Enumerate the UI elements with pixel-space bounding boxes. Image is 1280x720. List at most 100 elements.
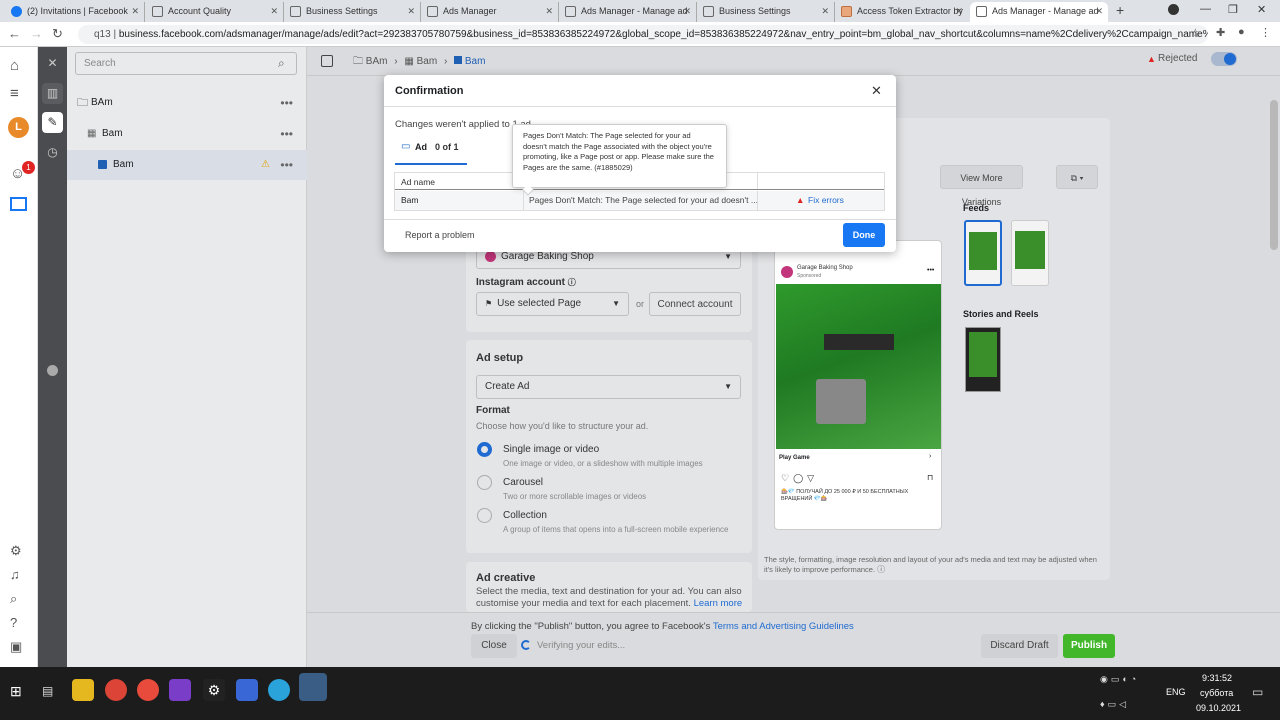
search-icon[interactable]: ⌕ <box>10 591 17 607</box>
ads-manager-grid-icon[interactable] <box>10 197 27 211</box>
more-options-icon[interactable]: ••• <box>280 150 293 180</box>
bookmark-star-icon[interactable]: ☆ <box>1190 26 1201 40</box>
close-icon[interactable]: ✕ <box>821 2 829 20</box>
share-preview-button[interactable]: ⧉ ▾ <box>1056 165 1098 189</box>
window-close-button[interactable]: ✕ <box>1257 3 1266 16</box>
back-icon[interactable]: ← <box>8 26 21 41</box>
task-view-icon[interactable]: ▤ <box>42 684 53 698</box>
browser-tab[interactable]: Account Quality ✕ <box>146 2 284 22</box>
tree-item-campaign[interactable]: 🗀 BAm ••• <box>67 88 307 118</box>
new-tab-button[interactable]: + <box>1116 2 1124 18</box>
menu-icon[interactable]: ≡ <box>10 85 19 102</box>
tree-item-ad-selected[interactable]: Bam ⚠ ••• <box>67 150 307 180</box>
app-icon[interactable] <box>137 679 159 701</box>
browser-menu-icon[interactable]: ⋮ <box>1260 26 1271 39</box>
close-icon[interactable]: ✕ <box>1095 2 1103 20</box>
edit-pencil-icon[interactable]: ✎ <box>42 112 63 133</box>
address-bar: ← → ↻ q13 | business.facebook.com/adsman… <box>0 22 1280 47</box>
close-icon[interactable]: ✕ <box>131 2 139 20</box>
report-icon[interactable]: ▣ <box>10 639 22 655</box>
browser-tab-active[interactable]: Ads Manager - Manage ad ✕ <box>970 2 1108 22</box>
dialog-close-icon[interactable]: ✕ <box>871 83 882 99</box>
url-field[interactable]: q13 | business.facebook.com/adsmanager/m… <box>78 25 1208 44</box>
browser-tab[interactable]: Ads Manager - Manage ad ✕ <box>559 2 697 22</box>
settings-icon[interactable]: ⚙ <box>10 543 22 559</box>
restore-button[interactable]: ❐ <box>1228 3 1238 16</box>
create-ad-select[interactable]: Create Ad ▼ <box>476 375 741 399</box>
history-clock-icon[interactable]: ◷ <box>42 142 63 163</box>
browser-tab[interactable]: (2) Invitations | Facebook ✕ <box>5 2 145 22</box>
vpn-app-icon[interactable] <box>299 673 327 701</box>
browser-tab[interactable]: Access Token Extractor by ✕ <box>835 2 968 22</box>
extensions-icon[interactable]: ✚ <box>1216 26 1225 39</box>
help-icon[interactable]: ? <box>10 615 17 630</box>
publish-button[interactable]: Publish <box>1063 634 1115 658</box>
notification-badge: 1 <box>22 161 35 174</box>
ad-setup-title: Ad setup <box>476 352 524 364</box>
placement-thumb-feed-alt[interactable] <box>1011 220 1049 286</box>
app-icon[interactable] <box>169 679 191 701</box>
browser-tab[interactable]: Ads Manager ✕ <box>421 2 559 22</box>
preview-sponsored: Sponsored <box>797 273 822 279</box>
learn-more-link[interactable]: Learn more <box>694 598 743 609</box>
chrome-icon[interactable] <box>105 679 127 701</box>
telegram-icon[interactable] <box>268 679 290 701</box>
language-indicator[interactable]: ENG <box>1166 687 1186 697</box>
report-problem-link[interactable]: Report a problem <box>405 230 475 240</box>
breadcrumb-adset[interactable]: Bam <box>417 56 438 67</box>
profile-menu-icon[interactable] <box>1168 4 1179 15</box>
info-icon[interactable]: ⓘ <box>568 278 576 287</box>
settings-icon[interactable]: ⚙ <box>203 679 225 701</box>
app-icon[interactable] <box>236 679 258 701</box>
format-radio-carousel[interactable] <box>477 475 492 490</box>
search-input[interactable]: Search <box>75 52 297 75</box>
breadcrumb-ad[interactable]: Bam <box>465 56 486 67</box>
file-explorer-icon[interactable] <box>72 679 94 701</box>
row-error-text[interactable]: Pages Don't Match: The Page selected for… <box>529 195 758 205</box>
format-radio-collection[interactable] <box>477 508 492 523</box>
view-more-variations-button[interactable]: View More Variations <box>940 165 1023 207</box>
close-icon[interactable]: ✕ <box>545 2 553 20</box>
tree-item-adset[interactable]: ▦ Bam ••• <box>67 119 307 149</box>
close-icon[interactable]: ✕ <box>270 2 278 20</box>
windows-start-icon[interactable]: ⊞ <box>10 683 22 700</box>
breadcrumb-campaign[interactable]: BAm <box>366 56 388 67</box>
minimize-button[interactable]: — <box>1200 3 1211 15</box>
search-icon[interactable]: ⌕ <box>278 56 285 71</box>
system-tray-icons[interactable]: ◉▭◐◔ <box>1100 674 1139 685</box>
close-icon[interactable]: ✕ <box>42 53 63 74</box>
close-icon[interactable]: ✕ <box>683 2 691 20</box>
browser-tab[interactable]: Business Settings ✕ <box>284 2 421 22</box>
toggle-panel-icon[interactable] <box>321 55 333 67</box>
more-options-icon[interactable]: ••• <box>280 119 293 149</box>
notifications-bell-icon[interactable]: ♫ <box>10 567 20 582</box>
discard-draft-button[interactable]: Discard Draft <box>981 634 1058 658</box>
instagram-account-select[interactable]: ⚑ Use selected Page ▼ <box>476 292 629 316</box>
done-button[interactable]: Done <box>843 223 885 247</box>
account-icon[interactable]: ● <box>1238 26 1245 38</box>
format-radio-single[interactable] <box>477 442 492 457</box>
terms-link[interactable]: Terms and Advertising Guidelines <box>713 621 854 632</box>
notifications-icon[interactable]: ▭ <box>1252 685 1263 699</box>
fix-errors-link[interactable]: Fix errors <box>808 195 844 205</box>
close-button[interactable]: Close <box>471 634 517 658</box>
more-options-icon[interactable]: ••• <box>280 88 293 118</box>
more-options-icon[interactable]: ••• <box>927 267 934 274</box>
close-icon[interactable]: ✕ <box>407 2 415 20</box>
tab-ad[interactable]: ▭ Ad 0 of 1 <box>395 139 467 165</box>
home-icon[interactable]: ⌂ <box>10 57 19 74</box>
expand-chevron-icon[interactable] <box>47 365 58 376</box>
forward-icon[interactable]: → <box>30 26 43 41</box>
network-volume-icons[interactable]: ♦▭◁ <box>1100 699 1129 710</box>
ad-toggle[interactable] <box>1211 52 1237 66</box>
placement-thumb-story[interactable] <box>965 327 1001 392</box>
placement-thumb-feed[interactable] <box>964 220 1002 286</box>
chart-icon[interactable]: ▥ <box>42 83 63 104</box>
close-icon[interactable]: ✕ <box>955 2 963 20</box>
reload-icon[interactable]: ↻ <box>52 26 63 42</box>
info-icon[interactable]: ⓘ <box>877 565 885 574</box>
browser-tab[interactable]: Business Settings ✕ <box>697 2 835 22</box>
connect-account-button[interactable]: Connect account <box>649 292 741 316</box>
avatar[interactable]: L <box>8 117 29 138</box>
scrollbar[interactable] <box>1270 100 1278 250</box>
